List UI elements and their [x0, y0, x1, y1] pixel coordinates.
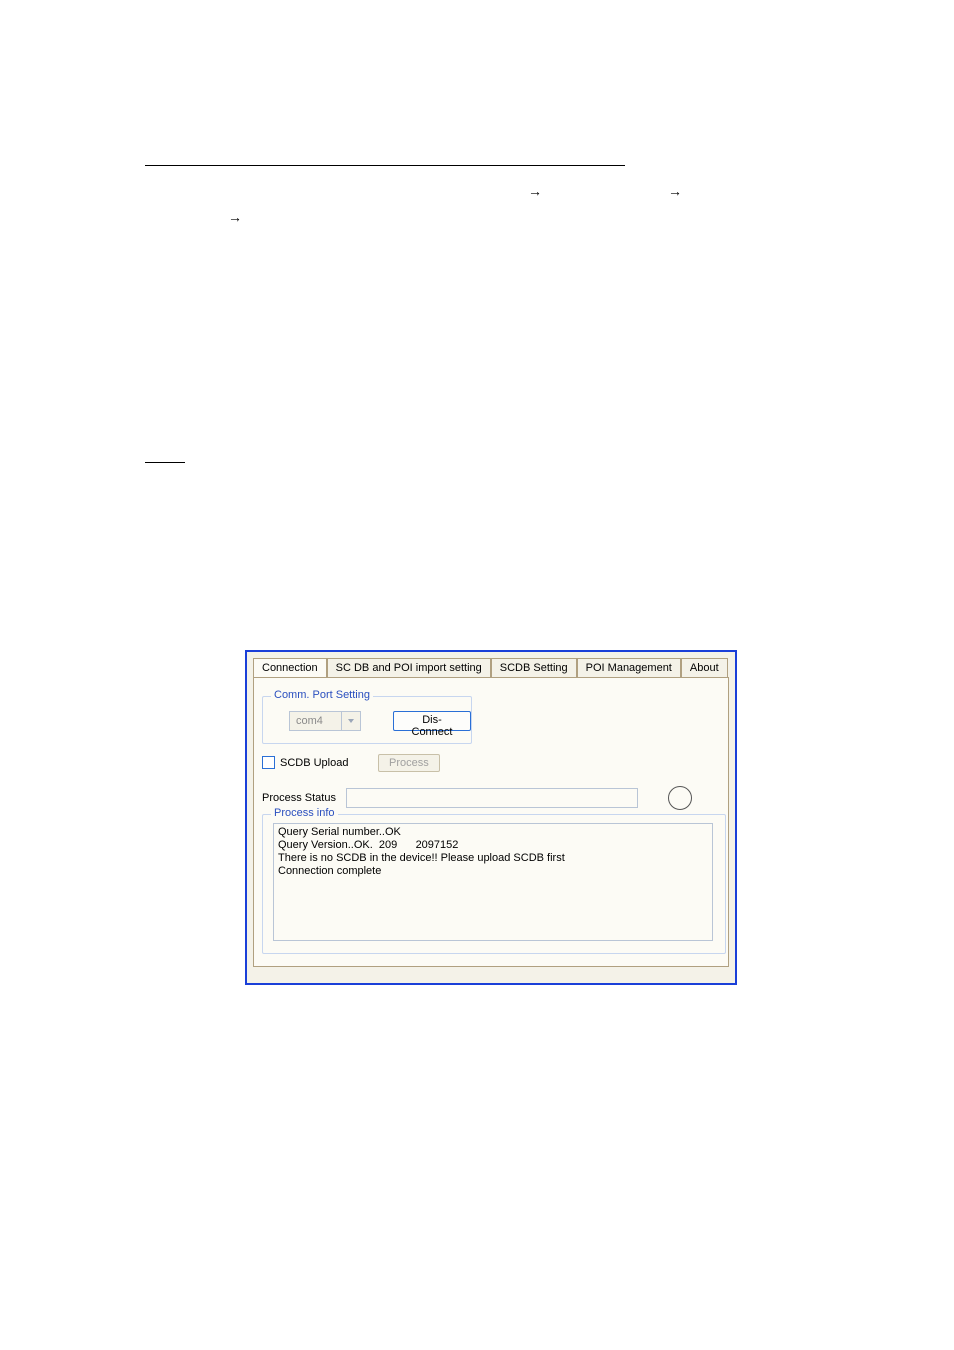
scdb-upload-label: SCDB Upload — [280, 757, 348, 769]
tab-panel-connection: Comm. Port Setting com4 Dis-Connect SCDB… — [253, 677, 729, 967]
tab-scdb-import[interactable]: SC DB and POI import setting — [327, 658, 491, 677]
doc-underline-short — [145, 462, 185, 463]
doc-underline — [145, 165, 625, 166]
tab-about[interactable]: About — [681, 658, 728, 677]
process-info-log: Query Serial number..OK Query Version..O… — [273, 823, 713, 941]
doc-arrow-1: → — [528, 183, 542, 199]
app-window: Connection SC DB and POI import setting … — [245, 650, 737, 985]
group-title-commport: Comm. Port Setting — [271, 689, 373, 701]
scdb-upload-row: SCDB Upload — [262, 756, 348, 769]
group-comm-port-setting: Comm. Port Setting com4 Dis-Connect — [262, 696, 472, 744]
tab-connection[interactable]: Connection — [253, 658, 327, 677]
group-process-info: Process info Query Serial number..OK Que… — [262, 814, 726, 954]
status-indicator-icon — [668, 786, 692, 810]
disconnect-button[interactable]: Dis-Connect — [393, 711, 471, 731]
chevron-down-icon — [341, 712, 360, 730]
group-title-procinfo: Process info — [271, 807, 338, 819]
process-button[interactable]: Process — [378, 754, 440, 772]
process-status-label: Process Status — [262, 792, 336, 804]
process-status-bar — [346, 788, 638, 808]
doc-arrow-3: → — [228, 209, 242, 225]
tab-scdb-setting[interactable]: SCDB Setting — [491, 658, 577, 677]
doc-arrow-2: → — [668, 183, 682, 199]
com-port-value: com4 — [296, 715, 323, 727]
com-port-select[interactable]: com4 — [289, 711, 361, 731]
scdb-upload-checkbox[interactable] — [262, 756, 275, 769]
tab-poi-management[interactable]: POI Management — [577, 658, 681, 677]
tabstrip: Connection SC DB and POI import setting … — [247, 652, 735, 677]
